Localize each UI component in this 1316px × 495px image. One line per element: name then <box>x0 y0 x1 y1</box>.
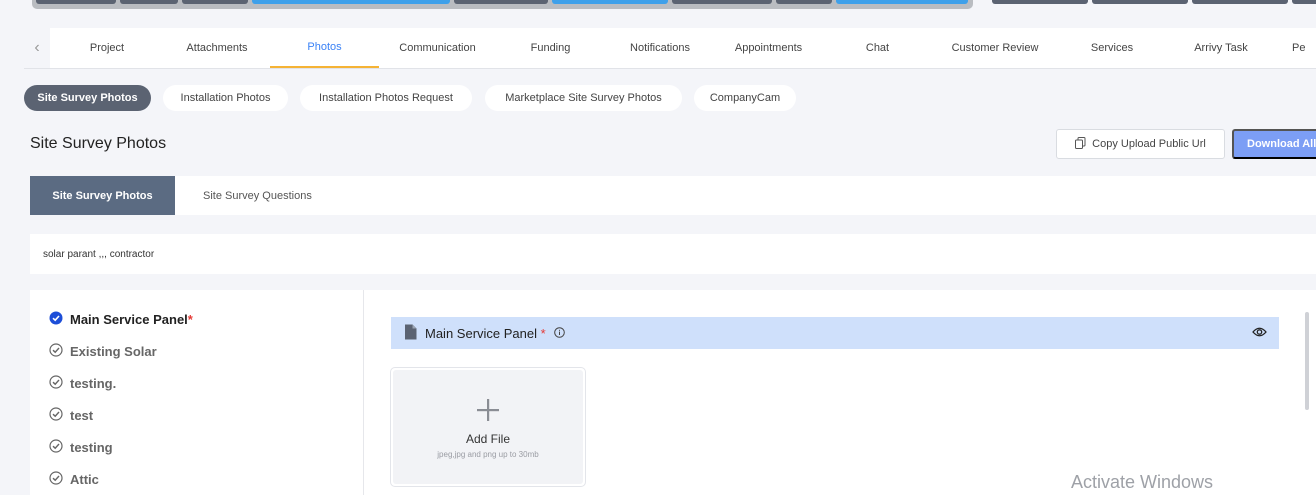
add-file-area[interactable]: Add File jpeg,jpg and png up to 30mb <box>393 370 583 484</box>
tab-services[interactable]: Services <box>1057 28 1167 68</box>
stepper-segment <box>1092 0 1188 4</box>
main-tab-bar: ‹ Project Attachments Photos Communicati… <box>24 28 1316 69</box>
pill-site-survey-photos[interactable]: Site Survey Photos <box>24 85 151 111</box>
checklist-item-attic[interactable]: Attic <box>49 469 99 489</box>
tab-project[interactable]: Project <box>50 28 164 68</box>
copy-upload-url-button[interactable]: Copy Upload Public Url <box>1056 129 1225 159</box>
photo-panel: Main Service Panel* Existing Solar testi… <box>30 290 1316 495</box>
checklist-item-label: testing. <box>70 375 117 391</box>
stepper-segment <box>1292 0 1316 4</box>
checklist-item-testing[interactable]: testing <box>49 437 113 457</box>
check-circle-filled-icon <box>49 311 63 328</box>
pill-installation-photos-request[interactable]: Installation Photos Request <box>300 85 472 111</box>
upload-section-header: Main Service Panel * <box>391 317 1279 349</box>
vertical-scrollbar[interactable] <box>1305 312 1309 410</box>
check-circle-icon <box>49 342 63 360</box>
check-circle-icon <box>49 470 63 488</box>
check-circle-icon <box>49 438 63 456</box>
chevron-left-icon[interactable]: ‹ <box>24 28 50 68</box>
check-circle-icon <box>49 406 63 424</box>
pill-installation-photos[interactable]: Installation Photos <box>163 85 288 111</box>
checklist-item-main-service-panel[interactable]: Main Service Panel* <box>49 309 193 329</box>
tab-appointments[interactable]: Appointments <box>715 28 822 68</box>
checklist-item-label: test <box>70 407 94 423</box>
upload-section-title: Main Service Panel * <box>425 325 546 341</box>
checklist-item-label: Existing Solar <box>70 343 157 359</box>
eye-icon[interactable] <box>1252 326 1267 341</box>
stepper-segment <box>36 0 116 4</box>
photo-checklist: Main Service Panel* Existing Solar testi… <box>30 290 364 495</box>
checklist-item-label: testing <box>70 439 113 455</box>
stepper-segment <box>552 0 668 4</box>
copy-icon <box>1075 136 1086 152</box>
tab-chat[interactable]: Chat <box>822 28 933 68</box>
checklist-item-label: Attic <box>70 471 99 487</box>
stepper-segment <box>992 0 1088 4</box>
subtab-site-survey-photos[interactable]: Site Survey Photos <box>30 176 175 215</box>
plus-icon <box>476 396 500 426</box>
sub-tab-bar: Site Survey Photos Site Survey Questions <box>30 176 1316 215</box>
info-icon[interactable] <box>553 326 565 341</box>
add-file-dropzone[interactable]: Add File jpeg,jpg and png up to 30mb <box>390 367 586 487</box>
add-file-label: Add File <box>465 431 511 446</box>
check-circle-icon <box>49 374 63 392</box>
checklist-item-test[interactable]: test <box>49 405 93 425</box>
download-all-button[interactable]: Download All <box>1232 129 1316 159</box>
tab-overflow[interactable]: Pe <box>1292 28 1316 68</box>
stepper-segment <box>252 0 450 4</box>
stepper-segment <box>776 0 832 4</box>
stepper-segment <box>1192 0 1288 4</box>
copy-upload-url-label: Copy Upload Public Url <box>1092 138 1206 150</box>
pill-companycam[interactable]: CompanyCam <box>694 85 796 111</box>
tab-customer-review[interactable]: Customer Review <box>933 28 1057 68</box>
tab-arrivy-task[interactable]: Arrivy Task <box>1167 28 1275 68</box>
stepper-segment <box>836 0 968 4</box>
progress-stepper <box>32 0 1316 9</box>
tab-photos[interactable]: Photos <box>270 28 379 68</box>
document-icon <box>404 324 417 343</box>
info-bar: solar parant ,,, contractor <box>30 234 1316 274</box>
stepper-segment <box>672 0 772 4</box>
activate-windows-watermark: Activate Windows <box>1071 472 1214 492</box>
checklist-item-testing-dot[interactable]: testing. <box>49 373 116 393</box>
tab-funding[interactable]: Funding <box>496 28 605 68</box>
tab-notifications[interactable]: Notifications <box>605 28 715 68</box>
pill-marketplace-site-survey-photos[interactable]: Marketplace Site Survey Photos <box>485 85 682 111</box>
tab-attachments[interactable]: Attachments <box>164 28 270 68</box>
checklist-item-existing-solar[interactable]: Existing Solar <box>49 341 157 361</box>
stepper-segment <box>120 0 178 4</box>
page-title: Site Survey Photos <box>30 135 167 152</box>
stepper-segment <box>182 0 248 4</box>
stepper-segment <box>454 0 548 4</box>
subtab-site-survey-questions[interactable]: Site Survey Questions <box>203 176 312 215</box>
info-text: solar parant ,,, contractor <box>43 248 155 260</box>
checklist-item-label: Main Service Panel* <box>70 311 193 327</box>
add-file-hint: jpeg,jpg and png up to 30mb <box>437 449 539 459</box>
tab-communication[interactable]: Communication <box>379 28 496 68</box>
